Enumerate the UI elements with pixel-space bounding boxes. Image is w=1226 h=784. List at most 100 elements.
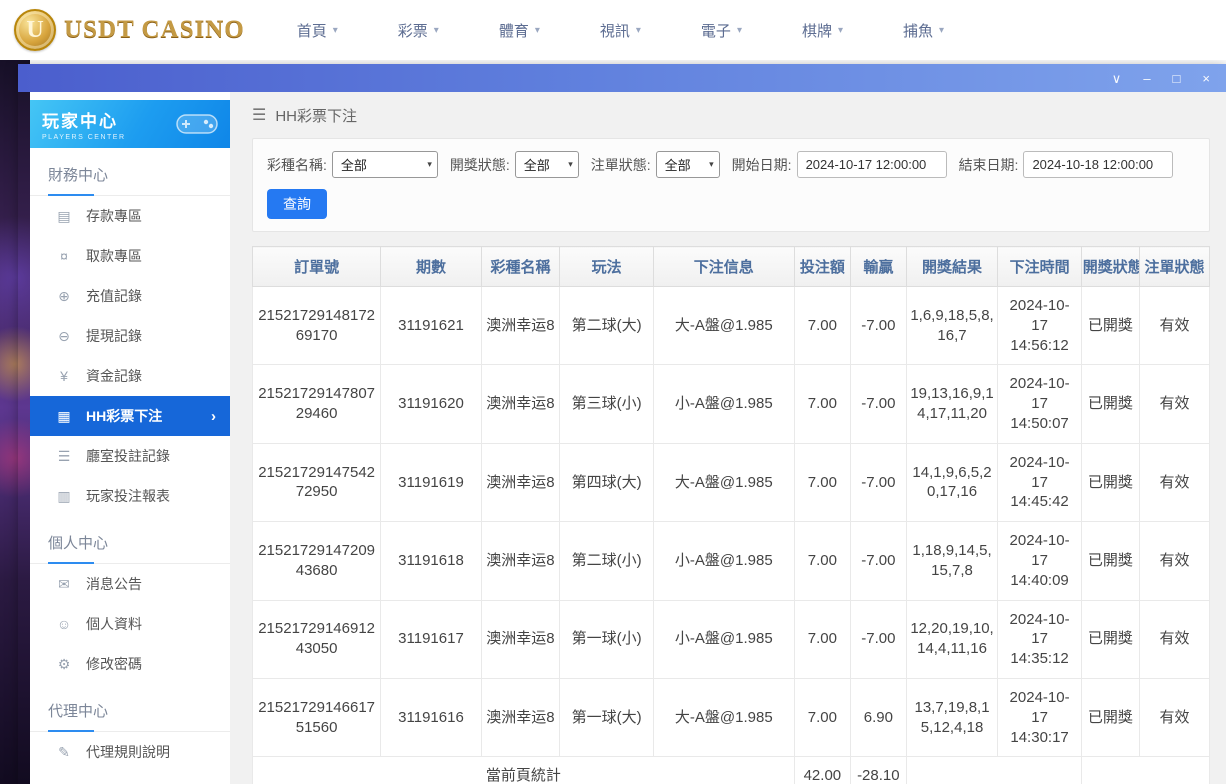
search-button[interactable]: 查詢 xyxy=(267,189,327,219)
table-cell: 大-A盤@1.985 xyxy=(653,287,794,365)
table-cell: 31191616 xyxy=(381,678,481,756)
table-cell: 澳洲幸运8 xyxy=(481,287,559,365)
sidebar-item-profile[interactable]: ☺ 個人資料 xyxy=(30,604,230,644)
column-header: 開獎結果 xyxy=(906,247,998,287)
bet-status-label: 注單狀態: xyxy=(591,155,651,175)
column-header: 投注額 xyxy=(794,247,850,287)
end-date-group: 結束日期: xyxy=(959,151,1174,178)
table-cell: 7.00 xyxy=(794,443,850,521)
sidebar-item-deposit[interactable]: ▤存款專區 xyxy=(30,196,230,236)
deposit-icon: ▤ xyxy=(56,208,72,225)
agent-rules-icon: ✎ xyxy=(56,744,72,761)
bet-status-select[interactable]: 全部▾ xyxy=(656,151,720,178)
sidebar-section-title: 個人中心 xyxy=(30,532,230,564)
sidebar-item-withdrawal-records[interactable]: ⊖提現記錄 xyxy=(30,316,230,356)
window-minimize-icon[interactable]: – xyxy=(1143,72,1150,85)
nav-item-fishing[interactable]: 捕魚▾ xyxy=(903,20,944,41)
draw-status-group: 開獎狀態:全部▾ xyxy=(450,151,579,178)
breadcrumb: ☰ HH彩票下注 xyxy=(252,92,1210,138)
window-maximize-icon[interactable]: □ xyxy=(1173,72,1181,85)
table-cell: 7.00 xyxy=(794,365,850,443)
table-cell: 已開獎 xyxy=(1081,365,1139,443)
chevron-down-icon: ▾ xyxy=(535,25,540,36)
table-cell: 2152172914754272950 xyxy=(253,443,381,521)
sidebar-item-agent-rules[interactable]: ✎代理規則說明 xyxy=(30,732,230,772)
window-titlebar[interactable]: ∨ – □ × xyxy=(18,64,1226,92)
chevron-down-icon: ▾ xyxy=(568,159,573,170)
table-cell: 7.00 xyxy=(794,678,850,756)
table-cell: 13,7,19,8,15,12,4,18 xyxy=(906,678,998,756)
summary-row: 當前頁統計42.00-28.10 xyxy=(253,757,1210,784)
window-collapse-icon[interactable]: ∨ xyxy=(1112,72,1122,85)
sidebar-item-change-password[interactable]: ⚙修改密碼 xyxy=(30,644,230,684)
lottery-name-group: 彩種名稱:全部▾ xyxy=(267,151,438,178)
table-cell: 澳洲幸运8 xyxy=(481,365,559,443)
table-cell: -7.00 xyxy=(851,287,907,365)
table-cell: 2024-10-17 14:30:17 xyxy=(998,678,1081,756)
table-cell: 2024-10-17 14:35:12 xyxy=(998,600,1081,678)
sidebar-item-hh-lottery-bets[interactable]: ▦HH彩票下注› xyxy=(30,396,230,436)
chevron-right-icon: › xyxy=(211,408,216,425)
page-title: HH彩票下注 xyxy=(275,105,357,126)
nav-item-chess[interactable]: 棋牌▾ xyxy=(802,20,843,41)
chevron-down-icon: ▾ xyxy=(636,25,641,36)
window-close-icon[interactable]: × xyxy=(1202,72,1210,85)
lottery-name-label: 彩種名稱: xyxy=(267,155,327,175)
table-cell: 有效 xyxy=(1140,365,1210,443)
table-cell: 已開獎 xyxy=(1081,522,1139,600)
funds-records-icon: ¥ xyxy=(56,368,72,384)
table-cell: -7.00 xyxy=(851,522,907,600)
table-cell: 2024-10-17 14:56:12 xyxy=(998,287,1081,365)
sidebar-item-messages[interactable]: ✉消息公告 xyxy=(30,564,230,604)
lottery-name-select[interactable]: 全部▾ xyxy=(332,151,438,178)
site-logo[interactable]: U USDT CASINO xyxy=(14,9,245,51)
start-date-input[interactable] xyxy=(797,151,947,178)
sidebar-item-recharge-records[interactable]: ⊕充值記錄 xyxy=(30,276,230,316)
table-cell: 澳洲幸运8 xyxy=(481,600,559,678)
table-cell: 2152172914661751560 xyxy=(253,678,381,756)
nav-item-home[interactable]: 首頁▾ xyxy=(297,20,338,41)
sidebar-item-room-bet-records[interactable]: ☰廳室投註記錄 xyxy=(30,436,230,476)
table-cell: 1,6,9,18,5,8,16,7 xyxy=(906,287,998,365)
sidebar-item-funds-records[interactable]: ¥資金記錄 xyxy=(30,356,230,396)
draw-status-select[interactable]: 全部▾ xyxy=(515,151,579,178)
table-cell: 31191621 xyxy=(381,287,481,365)
column-header: 開獎狀態 xyxy=(1081,247,1139,287)
profile-icon: ☺ xyxy=(56,616,72,632)
table-cell: 第一球(小) xyxy=(560,600,654,678)
table-cell: 澳洲幸运8 xyxy=(481,522,559,600)
table-cell: 小-A盤@1.985 xyxy=(653,365,794,443)
sidebar-item-player-bet-report[interactable]: ▥玩家投注報表 xyxy=(30,476,230,516)
chevron-down-icon: ▾ xyxy=(737,25,742,36)
sidebar-item-label: HH彩票下注 xyxy=(86,406,162,426)
sidebar-title: 玩家中心 xyxy=(42,107,126,132)
column-header: 彩種名稱 xyxy=(481,247,559,287)
table-row: 215217291478072946031191620澳洲幸运8第三球(小)小-… xyxy=(253,365,1210,443)
table-cell: 已開獎 xyxy=(1081,287,1139,365)
table-row: 215217291481726917031191621澳洲幸运8第二球(大)大-… xyxy=(253,287,1210,365)
column-header: 訂單號 xyxy=(253,247,381,287)
table-cell: 第四球(大) xyxy=(560,443,654,521)
logo-coin-icon: U xyxy=(14,9,56,51)
table-row: 215217291472094368031191618澳洲幸运8第二球(小)小-… xyxy=(253,522,1210,600)
table-cell: 第二球(大) xyxy=(560,287,654,365)
nav-item-lottery[interactable]: 彩票▾ xyxy=(398,20,439,41)
table-cell: 31191620 xyxy=(381,365,481,443)
room-bet-records-icon: ☰ xyxy=(56,448,72,465)
table-cell: 2024-10-17 14:40:09 xyxy=(998,522,1081,600)
end-date-input[interactable] xyxy=(1023,151,1173,178)
nav-item-label: 棋牌 xyxy=(802,20,832,41)
nav-item-sports[interactable]: 體育▾ xyxy=(499,20,540,41)
change-password-icon: ⚙ xyxy=(56,656,72,673)
table-cell: 第三球(小) xyxy=(560,365,654,443)
chevron-down-icon: ▾ xyxy=(939,25,944,36)
column-header: 輸贏 xyxy=(851,247,907,287)
nav-item-video[interactable]: 視訊▾ xyxy=(600,20,641,41)
table-cell: 1,18,9,14,5,15,7,8 xyxy=(906,522,998,600)
menu-toggle-icon[interactable]: ☰ xyxy=(252,105,266,125)
sidebar-item-label: 充值記錄 xyxy=(86,286,142,306)
sidebar-item-label: 個人資料 xyxy=(86,614,142,634)
sidebar-item-withdraw[interactable]: ¤取款專區 xyxy=(30,236,230,276)
nav-item-electronic[interactable]: 電子▾ xyxy=(701,20,742,41)
table-cell: 第二球(小) xyxy=(560,522,654,600)
